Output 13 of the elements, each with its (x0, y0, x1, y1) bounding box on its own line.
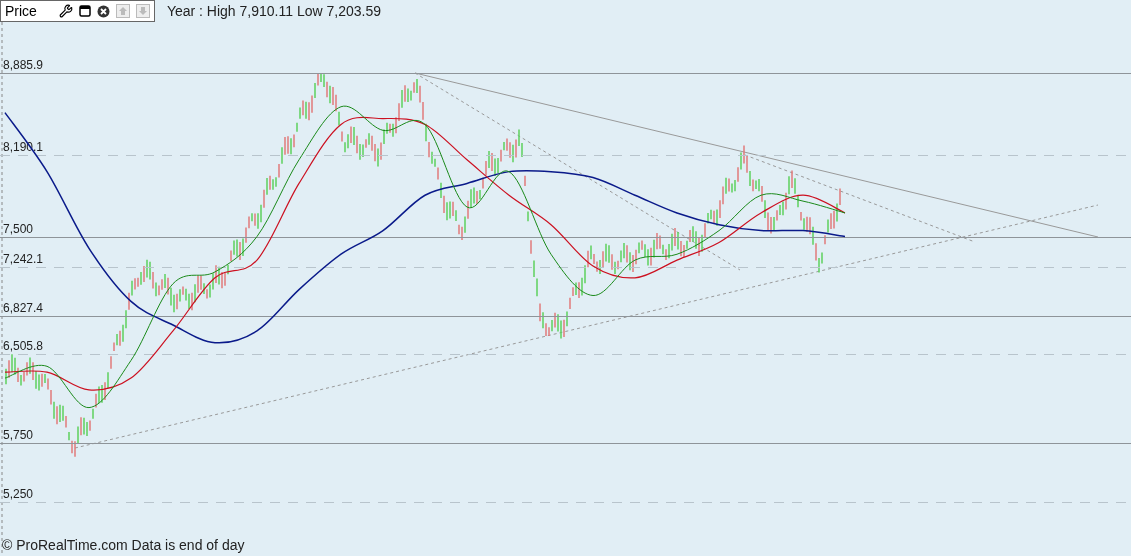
settings-icon[interactable] (58, 4, 73, 18)
price-axis-label: 8,885.9 (3, 57, 44, 72)
price-axis-label: 5,750 (3, 427, 34, 442)
data-source-note: © ProRealTime.com Data is end of day (2, 537, 245, 553)
price-summary: Year : High 7,910.11 Low 7,203.59 (166, 1, 381, 21)
close-icon[interactable] (96, 4, 110, 18)
window-icon[interactable] (78, 5, 91, 17)
price-axis-label: 7,500 (3, 221, 34, 236)
price-axis-label: 7,242.1 (3, 251, 44, 266)
price-axis-label: 6,827.4 (3, 300, 44, 315)
price-axis-label: 6,505.8 (3, 338, 44, 353)
panel-title: Price (5, 1, 37, 21)
price-axis-label: 5,250 (3, 486, 34, 501)
